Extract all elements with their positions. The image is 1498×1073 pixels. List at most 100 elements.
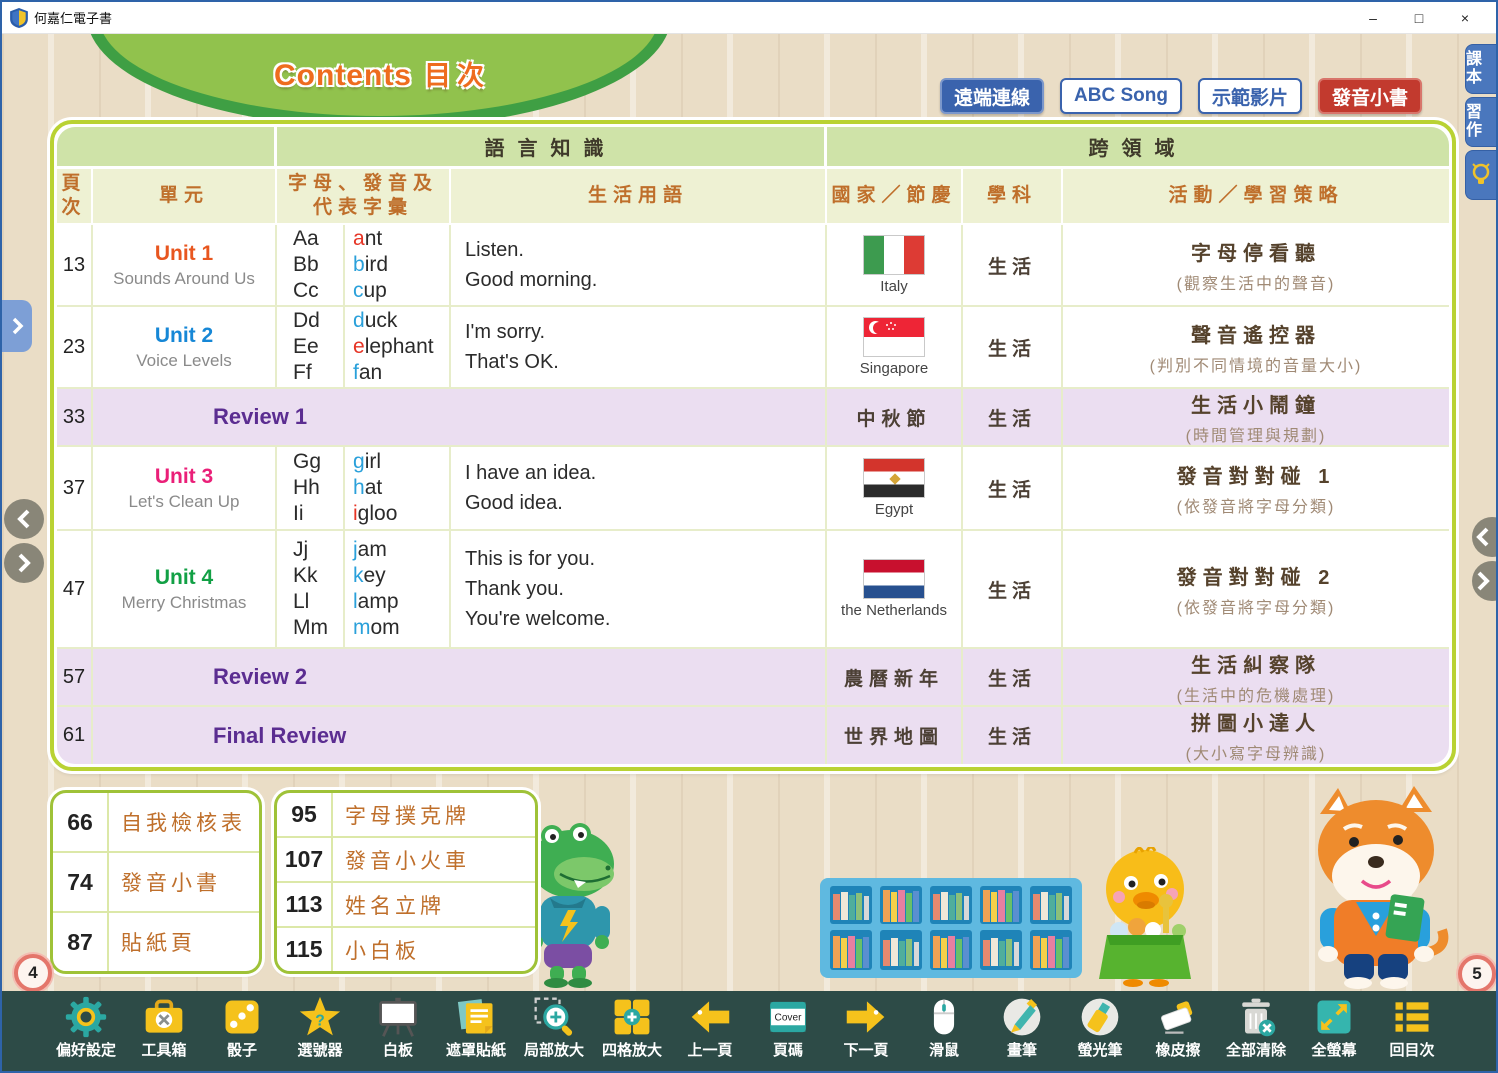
toolbar-item-whiteboard[interactable]: 白板	[367, 995, 429, 1060]
page-cell[interactable]: 23	[57, 307, 93, 389]
toolbar-item-mask-sticker[interactable]: 遮罩貼紙	[445, 995, 507, 1060]
letters-cell: DdEeFf	[277, 307, 345, 389]
letters-cell: GgHhIi	[277, 447, 345, 531]
egypt-flag	[863, 458, 925, 498]
page-cell[interactable]: 47	[57, 531, 93, 649]
toolbar-item-mouse[interactable]: 滑鼠	[913, 995, 975, 1060]
toolbar-item-dice[interactable]: 骰子	[211, 995, 273, 1060]
unit-cell-unit3[interactable]: Unit 3 Let's Clean Up	[93, 447, 277, 531]
page-cell[interactable]: 13	[57, 225, 93, 307]
tab-textbook[interactable]: 課本	[1465, 44, 1496, 94]
review-title-cell[interactable]: Final Review	[93, 707, 827, 764]
list-item[interactable]: 66自我檢核表	[53, 793, 259, 853]
list-item[interactable]: 115小白板	[277, 928, 535, 971]
phonics-book-button[interactable]: 發音小書	[1318, 78, 1422, 114]
list-item[interactable]: 113姓名立牌	[277, 883, 535, 928]
page-cell[interactable]: 37	[57, 447, 93, 531]
demo-video-button[interactable]: 示範影片	[1198, 78, 1302, 114]
toolbar-item-eraser[interactable]: 橡皮擦	[1147, 995, 1209, 1060]
list-item[interactable]: 107發音小火車	[277, 838, 535, 883]
duck-character	[1095, 847, 1195, 987]
toolbar-item-clear-all[interactable]: 全部清除	[1225, 995, 1287, 1060]
phrases-cell: I have an idea.Good idea.	[451, 447, 827, 531]
tab-workbook[interactable]: 習作	[1465, 97, 1496, 147]
italy-flag	[863, 235, 925, 275]
words-cell: jam key lamp mom	[345, 531, 451, 649]
whiteboard-icon	[376, 995, 420, 1039]
col-header-country: 國家／節慶	[827, 169, 963, 225]
toolbar-item-fullscreen[interactable]: 全螢幕	[1303, 995, 1365, 1060]
country-cell: Italy	[827, 225, 963, 307]
toolbar-item-back-to-toc[interactable]: 回目次	[1381, 995, 1443, 1060]
app-logo-icon	[10, 8, 28, 28]
prev-page-arrow-left-edge[interactable]	[4, 499, 44, 539]
toc-table: 語言知識 跨領域 頁次 單元 字母、發音及 代表字彙 生活用語 國家／節慶 學科…	[50, 120, 1456, 771]
toolbox-icon	[142, 995, 186, 1039]
activity-cell: 生活小鬧鐘 (時間管理與規劃)	[1063, 389, 1449, 447]
country-cell: the Netherlands	[827, 531, 963, 649]
maximize-button[interactable]: □	[1396, 3, 1442, 33]
activity-cell: 拼圖小達人 (大小寫字母辨識)	[1063, 707, 1449, 764]
close-button[interactable]: ×	[1442, 3, 1488, 33]
toolbar-item-pen[interactable]: 畫筆	[991, 995, 1053, 1060]
toolbar-item-prev-page[interactable]: 上一頁	[679, 995, 741, 1060]
prev-page-arrow-right-edge[interactable]	[1472, 517, 1496, 557]
lightbulb-icon	[1471, 162, 1491, 188]
group-header-language: 語言知識	[277, 127, 827, 169]
toolbar-item-highlighter[interactable]: 螢光筆	[1069, 995, 1131, 1060]
page-cell[interactable]: 33	[57, 389, 93, 447]
toc-list-icon	[1390, 995, 1434, 1039]
review-title-cell[interactable]: Review 1	[93, 389, 827, 447]
list-item[interactable]: 87貼紙頁	[53, 913, 259, 971]
festival-cell: 中秋節	[827, 389, 963, 447]
page-cell[interactable]: 57	[57, 649, 93, 707]
group-header-crossdomain: 跨領域	[827, 127, 1449, 169]
toolbar-item-page-number[interactable]: Cover 頁碼	[757, 995, 819, 1060]
page-number-left[interactable]: 4	[14, 954, 52, 992]
toolbar-item-number-picker[interactable]: ? 選號器	[289, 995, 351, 1060]
minimize-button[interactable]: –	[1350, 3, 1396, 33]
activity-cell: 字母停看聽 (觀察生活中的聲音)	[1063, 225, 1449, 307]
unit-cell-unit2[interactable]: Unit 2 Voice Levels	[93, 307, 277, 389]
toolbar-item-toolbox[interactable]: 工具箱	[133, 995, 195, 1060]
list-item[interactable]: 74發音小書	[53, 853, 259, 913]
remote-connect-button[interactable]: 遠端連線	[940, 78, 1044, 114]
fullscreen-icon	[1312, 995, 1356, 1039]
netherlands-flag	[863, 559, 925, 599]
arrow-left-icon	[688, 995, 732, 1039]
country-label: Egypt	[875, 501, 913, 518]
phrases-cell: I'm sorry.That's OK.	[451, 307, 827, 389]
page-title-en: Contents	[274, 59, 412, 92]
dog-character	[1292, 784, 1457, 989]
country-label: Italy	[880, 278, 908, 295]
page-cell[interactable]: 61	[57, 707, 93, 764]
group-header-empty	[57, 127, 277, 169]
letters-cell: JjKkLlMm	[277, 531, 345, 649]
phrases-cell: Listen.Good morning.	[451, 225, 827, 307]
tab-hint[interactable]	[1465, 150, 1496, 200]
chevron-right-icon	[1474, 570, 1492, 592]
next-page-arrow-right-edge[interactable]	[1472, 561, 1496, 601]
left-panel-tab[interactable]	[2, 300, 32, 352]
review-title-cell[interactable]: Review 2	[93, 649, 827, 707]
unit-title: Unit 4	[155, 566, 213, 590]
toolbar-item-preferences[interactable]: 偏好設定	[55, 995, 117, 1060]
list-item[interactable]: 95字母撲克牌	[277, 793, 535, 838]
abc-song-button[interactable]: ABC Song	[1060, 78, 1182, 114]
chevron-right-icon	[15, 552, 33, 574]
eraser-icon	[1156, 995, 1200, 1039]
unit-cell-unit4[interactable]: Unit 4 Merry Christmas	[93, 531, 277, 649]
next-page-arrow-left-edge[interactable]	[4, 543, 44, 583]
page-number-right[interactable]: 5	[1458, 955, 1496, 993]
toolbar-item-partial-zoom[interactable]: 局部放大	[523, 995, 585, 1060]
svg-text:Cover: Cover	[775, 1013, 803, 1024]
trash-icon	[1234, 995, 1278, 1039]
subject-cell: 生活	[963, 531, 1063, 649]
toolbar-item-next-page[interactable]: 下一頁	[835, 995, 897, 1060]
festival-cell: 農曆新年	[827, 649, 963, 707]
subject-cell: 生活	[963, 447, 1063, 531]
unit-cell-unit1[interactable]: Unit 1 Sounds Around Us	[93, 225, 277, 307]
toolbar-item-quad-zoom[interactable]: 四格放大	[601, 995, 663, 1060]
chevron-left-icon	[1474, 526, 1492, 548]
window-title: 何嘉仁電子書	[34, 8, 112, 27]
